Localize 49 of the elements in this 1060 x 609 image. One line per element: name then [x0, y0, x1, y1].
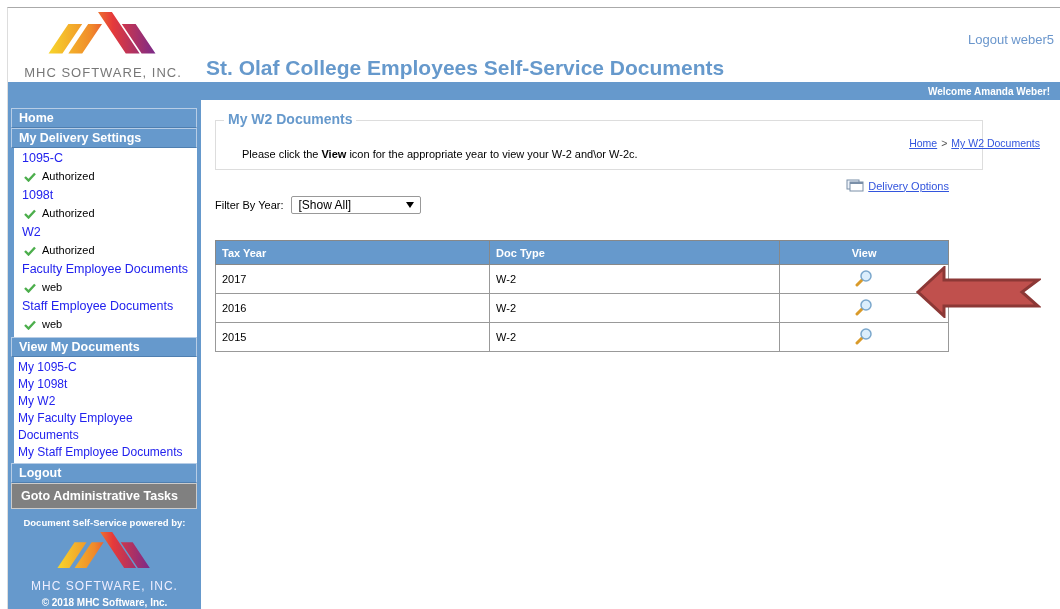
- status-text: Authorized: [42, 206, 95, 221]
- sidebar-link[interactable]: My Faculty Employee Documents: [18, 410, 193, 444]
- sidebar-link[interactable]: My Staff Employee Documents: [18, 444, 193, 461]
- sidebar-link[interactable]: Staff Employee Documents: [22, 298, 193, 314]
- checkmark-icon: [24, 319, 36, 330]
- company-name: MHC SOFTWARE, INC.: [24, 65, 182, 80]
- powered-by-text: Document Self-Service powered by:: [23, 517, 186, 528]
- windows-icon: [846, 179, 865, 192]
- sidebar-link[interactable]: Faculty Employee Documents: [22, 261, 193, 277]
- sidebar-link[interactable]: My W2: [18, 393, 193, 410]
- status-text: Authorized: [42, 169, 95, 184]
- column-header: Doc Type: [489, 240, 780, 265]
- checkmark-icon: [24, 245, 36, 256]
- checkmark-icon: [24, 171, 36, 182]
- admin-button[interactable]: Goto Administrative Tasks: [11, 483, 197, 509]
- table-cell: W-2: [489, 293, 780, 323]
- page-title: St. Olaf College Employees Self-Service Documents: [206, 56, 725, 80]
- status-text: web: [42, 280, 63, 295]
- search-icon[interactable]: [855, 327, 874, 345]
- company-name: MHC SOFTWARE, INC.: [31, 578, 178, 593]
- breadcrumb-link[interactable]: Home: [909, 137, 938, 149]
- table-cell: W-2: [489, 322, 780, 352]
- delivery-options-link[interactable]: Delivery Options: [868, 179, 949, 192]
- table-cell: 2015: [215, 322, 490, 352]
- table-cell: 2016: [215, 293, 490, 323]
- caret-icon: [406, 202, 415, 208]
- sidebar-link[interactable]: 1098t: [22, 187, 193, 203]
- sidebar-link[interactable]: 1095-C: [22, 150, 193, 166]
- sidebar-link[interactable]: My 1098t: [18, 376, 193, 393]
- checkmark-icon: [24, 282, 36, 293]
- breadcrumb-separator: >: [941, 137, 948, 149]
- copyright-text: © 2018 MHC Software, Inc.: [41, 596, 168, 608]
- panel-title: My W2 Documents: [224, 111, 357, 127]
- table-cell: 2017: [215, 264, 490, 294]
- filter-label: Filter By Year:: [215, 199, 284, 211]
- search-icon[interactable]: [855, 269, 874, 287]
- breadcrumb-link[interactable]: My W2 Documents: [951, 137, 1040, 149]
- sidebar-link[interactable]: W2: [22, 224, 193, 240]
- status-text: Authorized: [42, 243, 95, 258]
- sidebar-link[interactable]: My 1095-C: [18, 359, 193, 376]
- column-header: View: [779, 240, 949, 265]
- status-text: web: [42, 317, 63, 332]
- search-icon[interactable]: [855, 298, 874, 316]
- year-dropdown[interactable]: [Show All]: [291, 196, 422, 214]
- welcome-text: Welcome Amanda Weber!: [927, 85, 1050, 97]
- checkmark-icon: [24, 208, 36, 219]
- table-cell: W-2: [489, 264, 780, 294]
- column-header: Tax Year: [215, 240, 490, 265]
- instruction-text: Please click the View icon for the appropriate year to view your W-2 and\or W-2c.: [242, 148, 638, 160]
